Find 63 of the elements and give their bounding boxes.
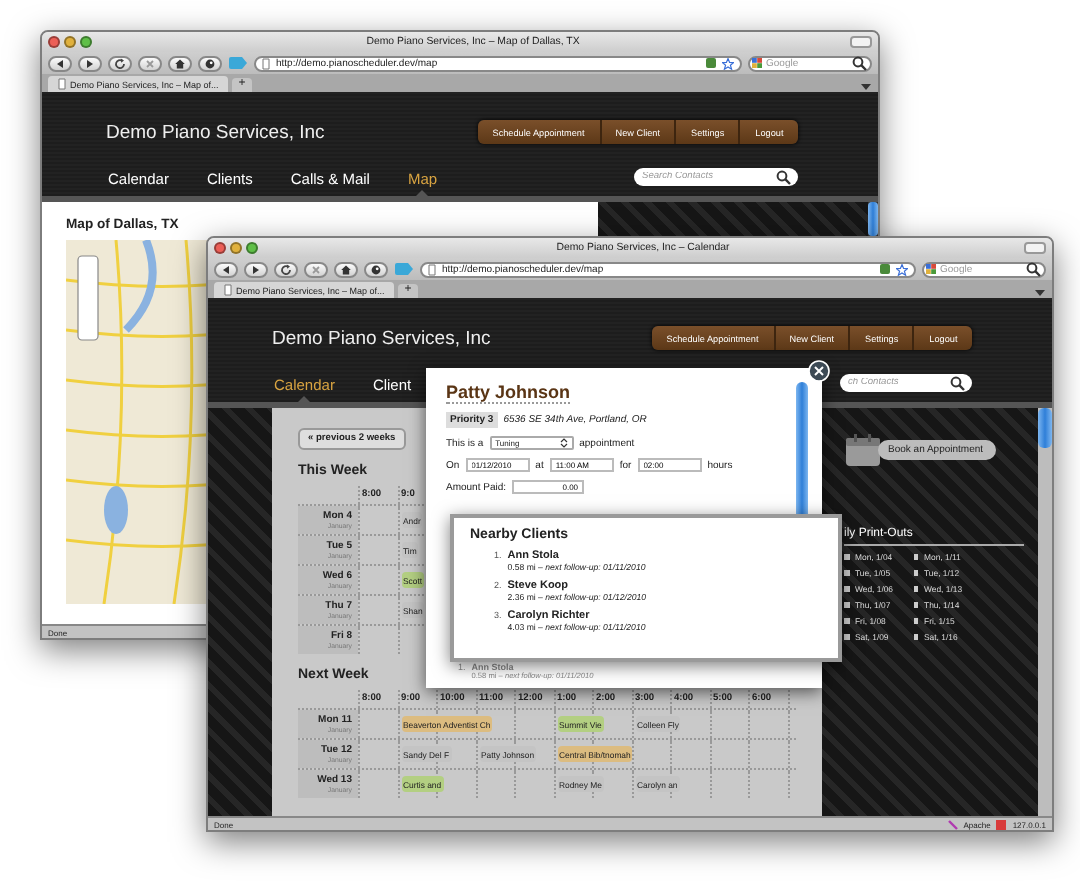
feed-icon (880, 264, 890, 274)
stop-icon (144, 57, 156, 69)
toolbar-button[interactable] (198, 55, 222, 71)
bullet-icon (844, 554, 849, 560)
reload-button[interactable] (108, 55, 132, 71)
reload-button[interactable] (274, 261, 298, 277)
back-icon (220, 263, 232, 275)
caret-icon (559, 438, 568, 448)
client-name: Patty Johnson (446, 382, 571, 404)
star-icon (896, 263, 908, 275)
page-icon (428, 263, 436, 275)
stop-icon (310, 263, 322, 275)
bullet-icon (913, 570, 919, 576)
search-icon (852, 55, 868, 71)
site-title: Demo Piano Services, Inc (272, 327, 491, 349)
back-button[interactable] (214, 261, 238, 277)
bullet-icon (844, 634, 849, 640)
forward-button[interactable] (78, 55, 102, 71)
reload-icon (280, 263, 292, 275)
toolbar-toggle-button[interactable] (850, 36, 872, 48)
back-button[interactable] (48, 55, 72, 71)
feed-icon (706, 58, 716, 68)
back-icon (54, 57, 66, 69)
page-icon (262, 57, 270, 69)
bullet-icon (844, 618, 849, 624)
home-icon (340, 263, 352, 275)
toolbar-button[interactable] (364, 261, 388, 277)
grid-icon (752, 58, 762, 68)
home-icon (174, 57, 186, 69)
bullet-icon (913, 586, 919, 592)
search-icon (950, 375, 966, 391)
bullet-icon (913, 618, 919, 624)
tag-icon (228, 56, 248, 70)
grid-icon (926, 264, 936, 274)
bullet-icon (913, 634, 919, 640)
bullet-icon (844, 570, 849, 576)
site-title: Demo Piano Services, Inc (106, 121, 325, 143)
minimize-button[interactable] (64, 36, 76, 48)
tag-icon (394, 262, 414, 276)
forward-button[interactable] (244, 261, 268, 277)
scrollbar[interactable] (1038, 408, 1052, 816)
toolbar-toggle-button[interactable] (1024, 242, 1046, 254)
reload-icon (114, 57, 126, 69)
page-icon (224, 284, 232, 296)
forward-icon (250, 263, 262, 275)
zoom-button[interactable] (246, 242, 258, 254)
page-icon (58, 78, 66, 90)
close-button[interactable] (48, 36, 60, 48)
bullet-icon (913, 602, 919, 608)
calendar-icon (844, 432, 884, 468)
bullet-icon (844, 586, 849, 592)
close-button[interactable] (214, 242, 226, 254)
zoom-button[interactable] (80, 36, 92, 48)
minimize-button[interactable] (230, 242, 242, 254)
bullet-icon (844, 602, 849, 608)
scrollbar[interactable] (868, 202, 878, 236)
home-button[interactable] (168, 55, 192, 71)
forward-icon (84, 57, 96, 69)
star-icon (722, 57, 734, 69)
search-icon (1026, 261, 1042, 277)
search-icon (776, 169, 792, 185)
home-button[interactable] (334, 261, 358, 277)
bullet-icon (913, 554, 919, 560)
